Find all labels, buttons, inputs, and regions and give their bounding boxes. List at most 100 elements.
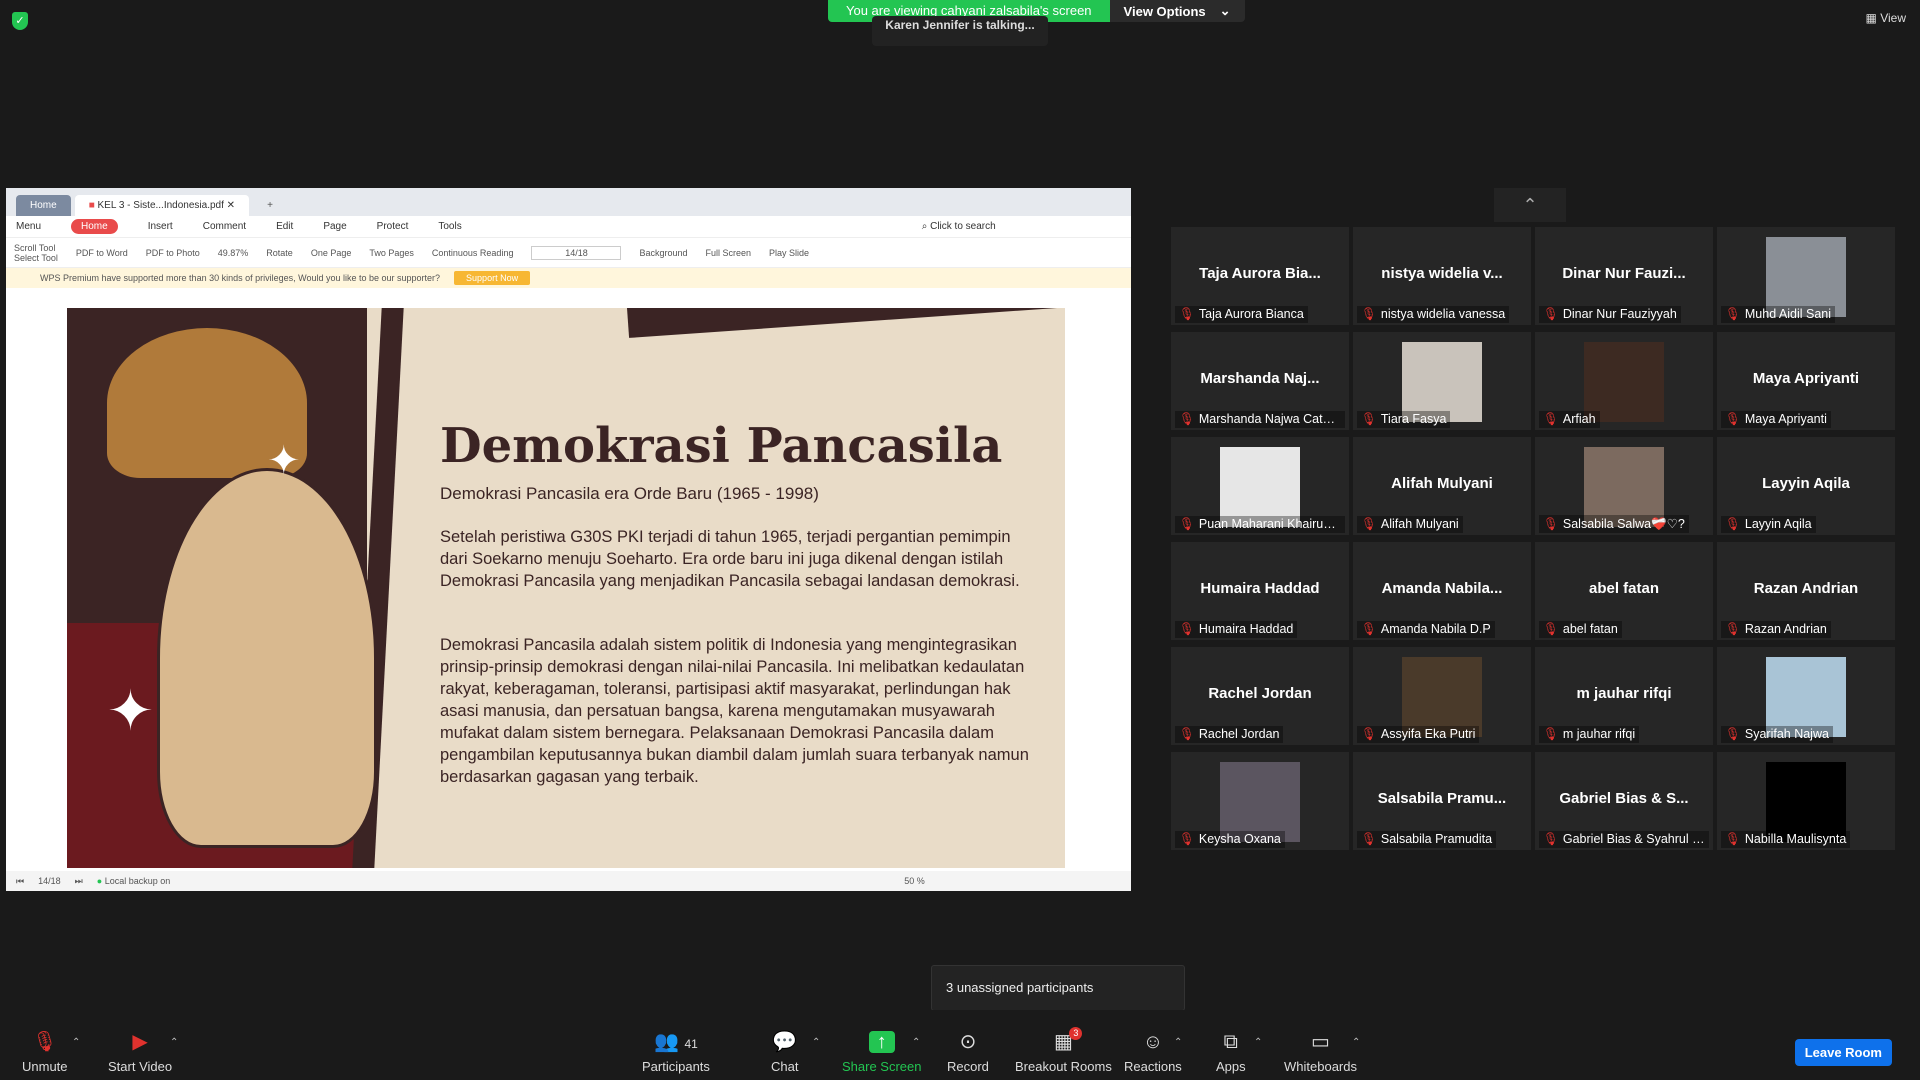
- gallery-collapse-button[interactable]: ⌃: [1494, 188, 1566, 222]
- participant-name-label: 🎙 Razan Andrian: [1721, 621, 1831, 638]
- participants-button[interactable]: 👥 41 Participants: [642, 1031, 710, 1074]
- leave-room-button[interactable]: Leave Room: [1794, 1039, 1892, 1066]
- scroll-tool[interactable]: Scroll Tool Select Tool: [14, 243, 58, 263]
- participant-tile[interactable]: abel fatan 🎙 abel fatan: [1535, 542, 1713, 640]
- participant-tile[interactable]: Razan Andrian 🎙 Razan Andrian: [1717, 542, 1895, 640]
- zoom-select[interactable]: 49.87%: [218, 248, 249, 258]
- participant-tile[interactable]: Gabriel Bias & S... 🎙 Gabriel Bias & Syahr…: [1535, 752, 1713, 850]
- participant-tile[interactable]: 🎙 Nabilla Maulisynta: [1717, 752, 1895, 850]
- wps-search[interactable]: ⌕ Click to search: [922, 221, 996, 232]
- chevron-up-icon[interactable]: ⌃: [1174, 1037, 1182, 1048]
- full-screen-button[interactable]: Full Screen: [706, 248, 752, 258]
- participant-name-text: Layyin Aqila: [1744, 517, 1812, 531]
- participant-name-label: 🎙 Amanda Nabila D.P: [1357, 621, 1495, 638]
- pdf-to-word-button[interactable]: PDF to Word: [76, 248, 128, 258]
- view-options-button[interactable]: View Options ⌄: [1109, 0, 1245, 22]
- chevron-up-icon[interactable]: ⌃: [1352, 1037, 1360, 1048]
- participant-name-label: 🎙 Maya Apriyanti: [1721, 411, 1831, 428]
- participant-name-text: Salsabila Pramudita: [1380, 832, 1493, 846]
- view-options-label: View Options: [1123, 3, 1206, 19]
- wps-tab-document[interactable]: ■ KEL 3 - Siste...Indonesia.pdf ✕: [74, 195, 250, 216]
- participant-name-text: m jauhar rifqi: [1562, 727, 1636, 741]
- apps-label: Apps: [1216, 1059, 1246, 1074]
- record-label: Record: [947, 1059, 989, 1074]
- participant-tile[interactable]: m jauhar rifqi 🎙 m jauhar rifqi: [1535, 647, 1713, 745]
- participant-tile[interactable]: 🎙 Salsabila Salwa❤️‍🩹♡?: [1535, 437, 1713, 535]
- record-button[interactable]: ⊙ Record: [947, 1031, 989, 1074]
- participant-tile[interactable]: Taja Aurora Bia... 🎙 Taja Aurora Bianca: [1171, 227, 1349, 325]
- chevron-up-icon[interactable]: ⌃: [170, 1037, 178, 1048]
- view-button[interactable]: ▦ View: [1866, 11, 1906, 25]
- support-now-button[interactable]: Support Now: [454, 271, 531, 285]
- chevron-up-icon[interactable]: ⌃: [72, 1037, 80, 1048]
- last-page-icon[interactable]: ⏭: [75, 876, 83, 887]
- breakout-rooms-button[interactable]: ▦ 3 Breakout Rooms: [1015, 1027, 1112, 1074]
- participant-name-text: abel fatan: [1562, 622, 1618, 636]
- share-screen-button[interactable]: ↑ Share Screen: [842, 1031, 922, 1074]
- page-number-field[interactable]: 14/18: [531, 245, 622, 260]
- participant-tile[interactable]: 🎙 Arfiah: [1535, 332, 1713, 430]
- two-pages-button[interactable]: Two Pages: [369, 248, 414, 258]
- first-page-icon[interactable]: ⏮: [16, 876, 24, 887]
- continuous-reading-button[interactable]: Continuous Reading: [432, 248, 514, 258]
- chat-label: Chat: [771, 1059, 799, 1074]
- chevron-up-icon[interactable]: ⌃: [912, 1037, 920, 1048]
- one-page-button[interactable]: One Page: [311, 248, 352, 258]
- rotate-button[interactable]: Rotate: [266, 248, 293, 258]
- participant-tile[interactable]: Layyin Aqila 🎙 Layyin Aqila: [1717, 437, 1895, 535]
- participant-display-name: Maya Apriyanti: [1752, 370, 1860, 387]
- participant-tile[interactable]: 🎙 Assyifa Eka Putri: [1353, 647, 1531, 745]
- chevron-up-icon[interactable]: ⌃: [812, 1037, 820, 1048]
- apps-button[interactable]: ⧉ Apps: [1216, 1031, 1246, 1074]
- page-field-bottom[interactable]: 14/18: [38, 876, 61, 886]
- participant-name-text: Rachel Jordan: [1198, 727, 1280, 741]
- background-button[interactable]: Background: [639, 248, 687, 258]
- wps-menu-page[interactable]: Page: [323, 221, 346, 232]
- start-video-button[interactable]: ▶ Start Video: [108, 1031, 172, 1074]
- participant-tile[interactable]: Marshanda Naj... 🎙 Marshanda Najwa Catel..…: [1171, 332, 1349, 430]
- zoom-level[interactable]: 50 %: [904, 876, 925, 886]
- wps-menu-menu[interactable]: Menu: [16, 221, 41, 232]
- whiteboards-button[interactable]: ▭ Whiteboards: [1284, 1031, 1357, 1074]
- wps-menu-home[interactable]: Home: [71, 219, 118, 234]
- wps-menu-insert[interactable]: Insert: [148, 221, 173, 232]
- wps-tab-home[interactable]: Home: [16, 195, 71, 216]
- muted-mic-icon: 🎙: [1543, 517, 1559, 531]
- wps-menu-protect[interactable]: Protect: [377, 221, 409, 232]
- close-icon[interactable]: ✕: [227, 200, 235, 211]
- participant-tile[interactable]: Alifah Mulyani 🎙 Alifah Mulyani: [1353, 437, 1531, 535]
- slide: ✦ ✦ Demokrasi Pancasila Demokrasi Pancas…: [67, 308, 1065, 868]
- participant-tile[interactable]: 🎙 Muhd Aidil Sani: [1717, 227, 1895, 325]
- new-tab-icon[interactable]: +: [253, 195, 287, 216]
- chevron-up-icon[interactable]: ⌃: [1254, 1037, 1262, 1048]
- participant-tile[interactable]: Dinar Nur Fauzi... 🎙 Dinar Nur Fauziyyah: [1535, 227, 1713, 325]
- participant-tile[interactable]: 🎙 Tiara Fasya: [1353, 332, 1531, 430]
- participant-tile[interactable]: Amanda Nabila... 🎙 Amanda Nabila D.P: [1353, 542, 1531, 640]
- participant-tile[interactable]: 🎙 Syarifah Najwa: [1717, 647, 1895, 745]
- participant-name-label: 🎙 Dinar Nur Fauziyyah: [1539, 306, 1681, 323]
- participant-tile[interactable]: Humaira Haddad 🎙 Humaira Haddad: [1171, 542, 1349, 640]
- unmute-button[interactable]: 🎙 Unmute: [22, 1031, 68, 1074]
- participant-tile[interactable]: 🎙 Puan Maharani Khairunn...: [1171, 437, 1349, 535]
- participant-name-text: Tiara Fasya: [1380, 412, 1447, 426]
- participant-tile[interactable]: Salsabila Pramu... 🎙 Salsabila Pramudita: [1353, 752, 1531, 850]
- participant-name-label: 🎙 Salsabila Salwa❤️‍🩹♡?: [1539, 515, 1689, 533]
- pdf-to-photo-button[interactable]: PDF to Photo: [146, 248, 200, 258]
- muted-mic-icon: 🎙: [1361, 832, 1377, 846]
- talking-indicator: Karen Jennifer is talking...: [872, 16, 1048, 46]
- participant-name-text: Marshanda Najwa Catel...: [1198, 412, 1343, 426]
- wps-menu-tools[interactable]: Tools: [438, 221, 461, 232]
- muted-mic-icon: 🎙: [1725, 832, 1741, 846]
- participant-display-name: Dinar Nur Fauzi...: [1562, 265, 1686, 282]
- chat-button[interactable]: 💬 Chat: [771, 1031, 798, 1074]
- unassigned-participants-toast[interactable]: 3 unassigned participants: [931, 965, 1185, 1011]
- participant-tile[interactable]: nistya widelia v... 🎙 nistya widelia vanes…: [1353, 227, 1531, 325]
- participant-tile[interactable]: 🎙 Keysha Oxana: [1171, 752, 1349, 850]
- participant-tile[interactable]: Maya Apriyanti 🎙 Maya Apriyanti: [1717, 332, 1895, 430]
- play-slide-button[interactable]: Play Slide: [769, 248, 809, 258]
- encryption-shield-icon[interactable]: ✓: [12, 12, 28, 30]
- participant-tile[interactable]: Rachel Jordan 🎙 Rachel Jordan: [1171, 647, 1349, 745]
- participant-name-text: nistya widelia vanessa: [1380, 307, 1506, 321]
- wps-menu-edit[interactable]: Edit: [276, 221, 293, 232]
- wps-menu-comment[interactable]: Comment: [203, 221, 246, 232]
